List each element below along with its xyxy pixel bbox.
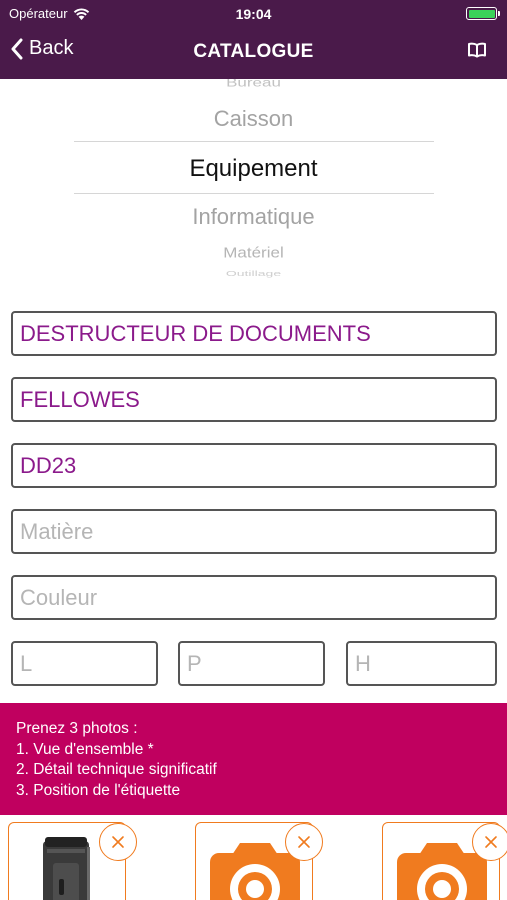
page-title: CATALOGUE — [193, 41, 314, 62]
length-field[interactable] — [11, 641, 158, 686]
picker-item-below[interactable]: Matériel — [0, 245, 507, 262]
instructions-heading: Prenez 3 photos : — [16, 720, 138, 737]
back-button[interactable]: Back — [10, 37, 73, 60]
clock: 19:04 — [235, 6, 272, 22]
close-icon — [298, 836, 310, 848]
battery-icon — [466, 7, 500, 20]
picker-item-below[interactable]: Informatique — [0, 204, 507, 230]
top-bar: Opérateur 19:04 Back CATALOGUE — [0, 0, 507, 79]
picker-item-below[interactable]: Outillage — [0, 269, 507, 278]
color-field[interactable] — [11, 575, 497, 620]
category-picker[interactable]: Bureau Caisson Equipement Informatique M… — [0, 79, 507, 279]
status-bar: Opérateur 19:04 — [0, 0, 507, 28]
picker-divider — [74, 193, 434, 194]
material-field[interactable] — [11, 509, 497, 554]
close-icon — [112, 836, 124, 848]
remove-photo-button[interactable] — [285, 823, 323, 861]
picker-item-above[interactable]: Bureau — [0, 79, 507, 90]
instructions-step: 3. Position de l'étiquette — [16, 781, 181, 799]
remove-photo-button[interactable] — [472, 823, 507, 861]
picker-item-above[interactable]: Caisson — [0, 106, 507, 132]
remove-photo-button[interactable] — [99, 823, 137, 861]
book-icon[interactable] — [467, 42, 487, 58]
picker-divider — [74, 141, 434, 142]
photo-slots — [0, 815, 507, 900]
picker-item-selected[interactable]: Equipement — [0, 155, 507, 183]
chevron-left-icon — [11, 38, 23, 59]
photo-instructions: Prenez 3 photos : 1. Vue d'ensemble * 2.… — [0, 703, 507, 815]
designation-field[interactable] — [11, 311, 497, 356]
instructions-step: 1. Vue d'ensemble * — [16, 740, 154, 758]
instructions-step: 2. Détail technique significatif — [16, 761, 217, 778]
depth-field[interactable] — [178, 641, 325, 686]
model-field[interactable] — [11, 443, 497, 488]
nav-bar: Back CATALOGUE — [0, 28, 507, 79]
back-label: Back — [29, 37, 74, 59]
height-field[interactable] — [346, 641, 497, 686]
brand-field[interactable] — [11, 377, 497, 422]
close-icon — [485, 836, 497, 848]
